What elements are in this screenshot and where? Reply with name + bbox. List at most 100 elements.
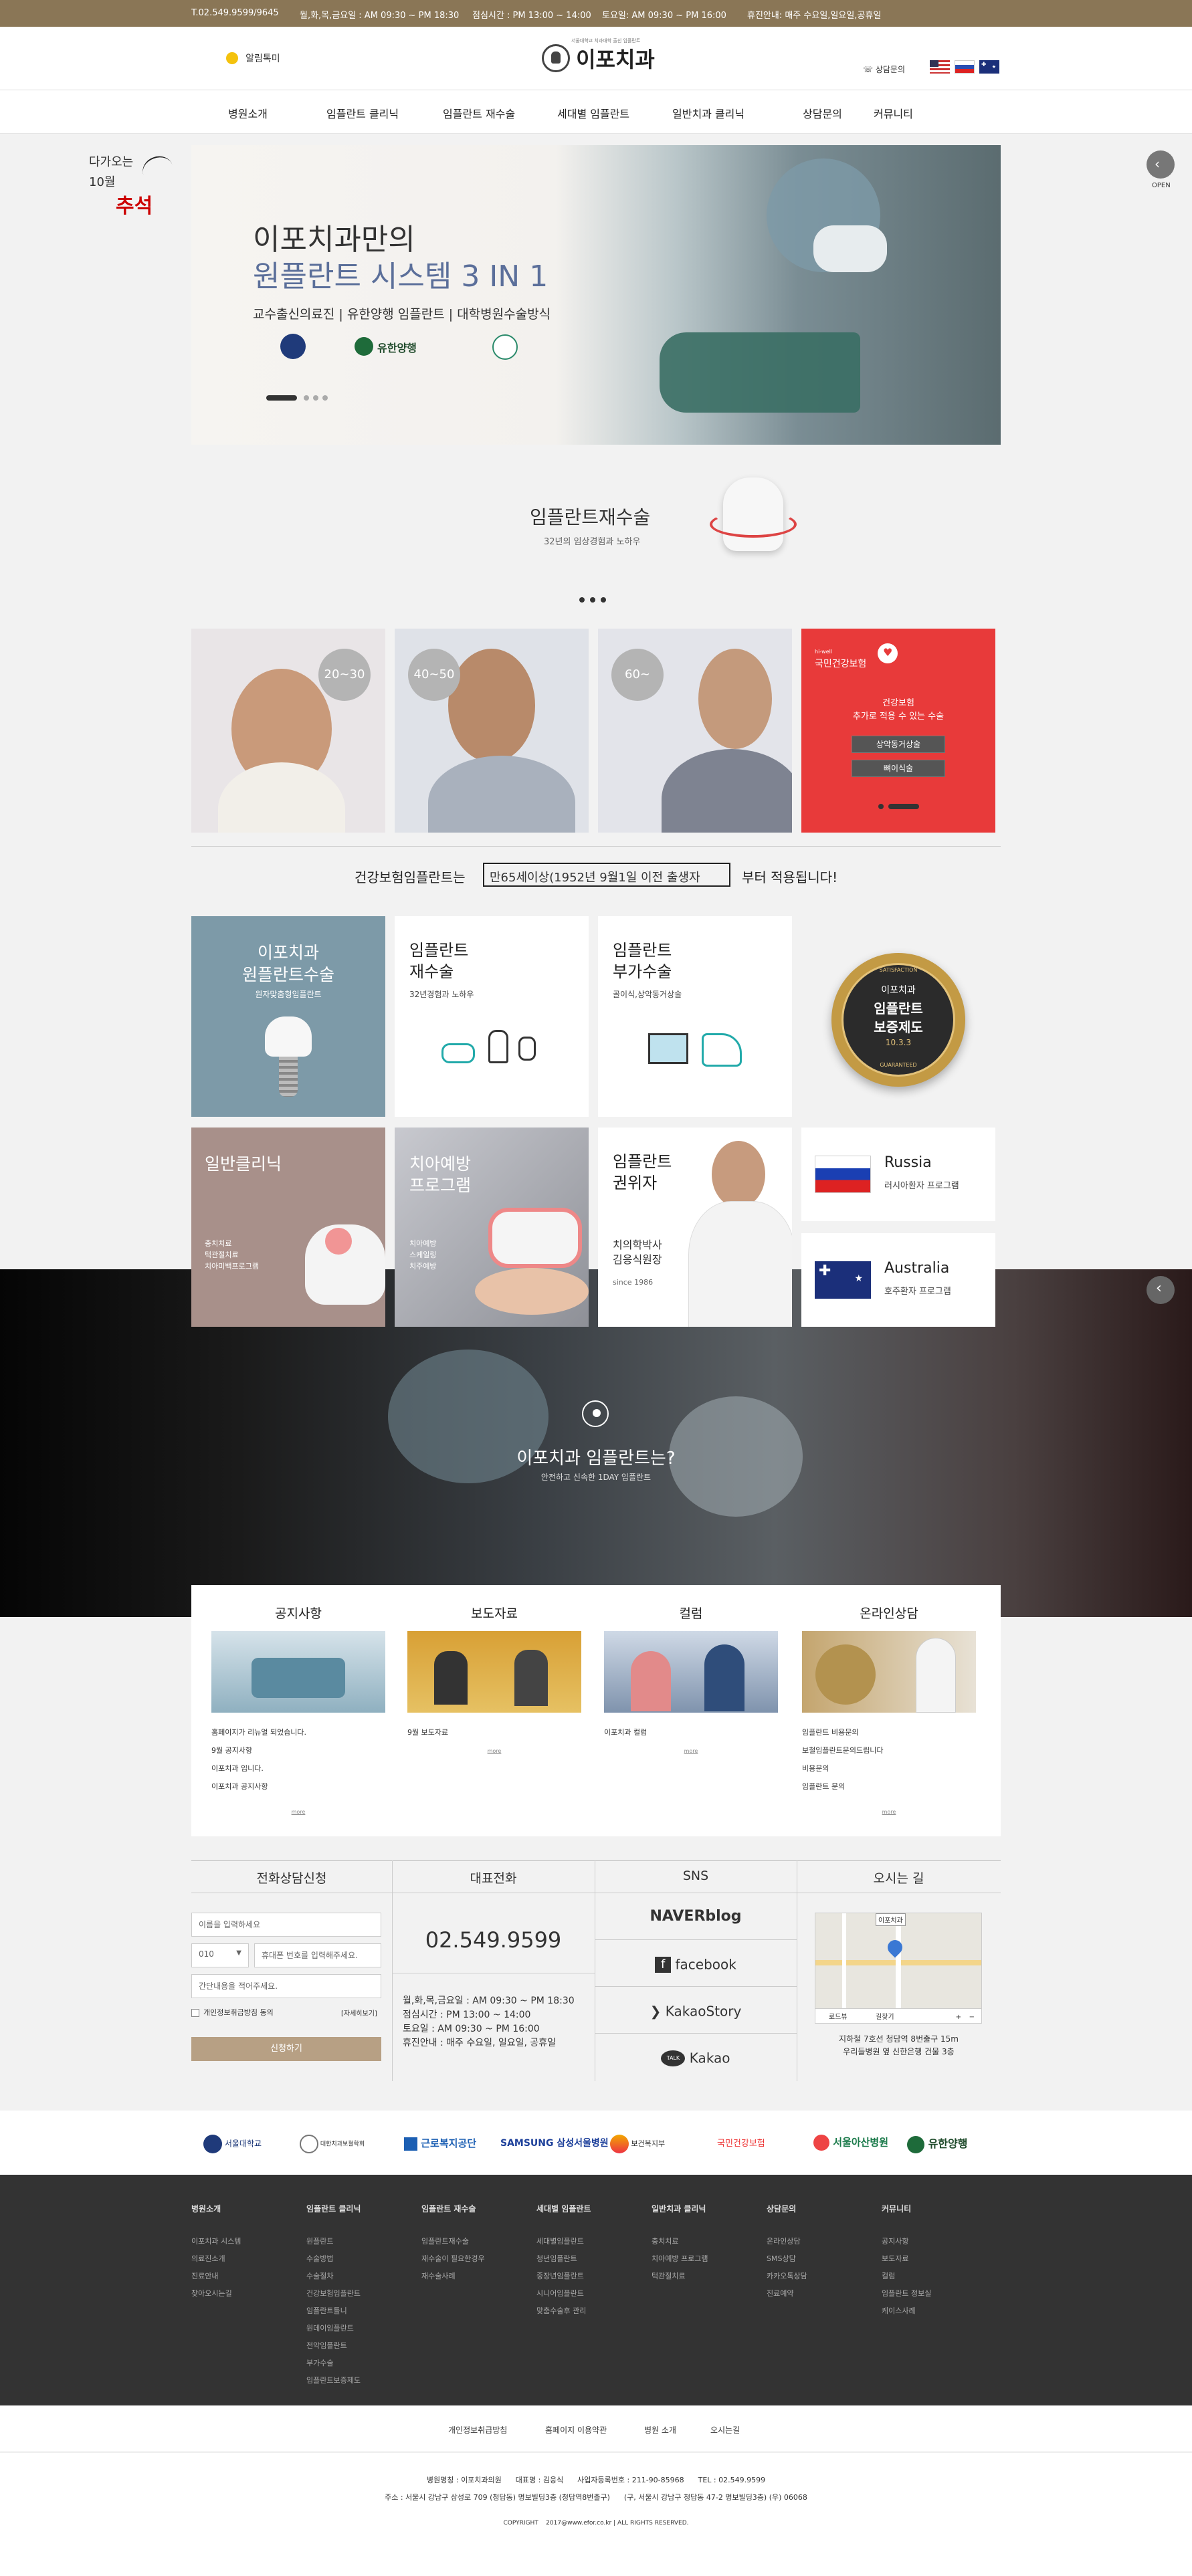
footer-col-title[interactable]: 일반치과 클리닉 bbox=[652, 2203, 708, 2214]
video-prev-button[interactable]: ‹ bbox=[1147, 1276, 1175, 1304]
hero-dot[interactable] bbox=[304, 395, 309, 401]
terms-link[interactable]: 홈페이지 이용약관 bbox=[545, 2424, 607, 2436]
nav-implant-resurgery[interactable]: 임플란트 재수술 bbox=[443, 105, 515, 121]
footer-link[interactable]: 임플란트틀니 bbox=[306, 2302, 361, 2320]
play-icon[interactable] bbox=[582, 1400, 609, 1427]
age-card-40-50[interactable]: 40~50 bbox=[395, 629, 589, 833]
alarm-talk-button[interactable]: 알림톡미 bbox=[226, 51, 280, 65]
footer-link[interactable]: 임플란트재수술 bbox=[421, 2233, 485, 2250]
nav-consult[interactable]: 상담문의 bbox=[803, 105, 842, 121]
australia-program-card[interactable]: ✚ ★ Australia 호주환자 프로그램 bbox=[801, 1233, 995, 1327]
partner-mohw[interactable]: 보건복지부 bbox=[610, 2135, 665, 2153]
russia-program-card[interactable]: Russia 러시아환자 프로그램 bbox=[801, 1128, 995, 1221]
board-notice-more[interactable]: more bbox=[211, 1809, 385, 1815]
board-consult-thumbnail[interactable] bbox=[802, 1631, 976, 1713]
footer-link[interactable]: 원플란트 bbox=[306, 2233, 361, 2250]
grid-additional-surgery-card[interactable]: 임플란트 부가수술 골이식,상악동거상술 bbox=[598, 916, 792, 1117]
footer-link[interactable]: 재수술사례 bbox=[421, 2268, 485, 2285]
footer-link[interactable]: 수술방법 bbox=[306, 2250, 361, 2268]
partner-samsung[interactable]: SAMSUNG 삼성서울병원 bbox=[500, 2136, 609, 2149]
footer-link[interactable]: 임플란트 정보실 bbox=[882, 2285, 931, 2302]
grid-prevention-card[interactable]: 치아예방 프로그램 치아예방 스케일링 치주예방 bbox=[395, 1128, 589, 1327]
board-item[interactable]: 홈페이지가 리뉴얼 되었습니다. bbox=[211, 1723, 385, 1741]
reimplant-dot[interactable] bbox=[590, 597, 595, 603]
age-card-60[interactable]: 60~ bbox=[598, 629, 792, 833]
footer-link[interactable]: 찾아오시는길 bbox=[191, 2285, 241, 2302]
footer-link[interactable]: 온라인상담 bbox=[767, 2233, 807, 2250]
hero-dot-active[interactable] bbox=[266, 395, 297, 401]
footer-col-title[interactable]: 임플란트 클리닉 bbox=[306, 2203, 361, 2214]
board-column-title[interactable]: 컬럼 bbox=[604, 1604, 778, 1622]
footer-link[interactable]: 원데이임플란트 bbox=[306, 2320, 361, 2337]
hero-dot[interactable] bbox=[313, 395, 318, 401]
kakao-link[interactable]: TALK Kakao bbox=[595, 2034, 797, 2080]
board-notice-title[interactable]: 공지사항 bbox=[211, 1604, 385, 1622]
reimplant-dot[interactable] bbox=[601, 597, 606, 603]
insurance-dot-active[interactable] bbox=[888, 804, 919, 809]
insurance-dot[interactable] bbox=[878, 804, 884, 809]
partner-prosthodontics[interactable]: 대한치과보철학회 bbox=[300, 2135, 365, 2153]
open-toggle-button[interactable]: ‹ bbox=[1147, 150, 1175, 179]
zoom-out-icon[interactable]: − bbox=[969, 2014, 975, 2021]
board-column-more[interactable]: more bbox=[604, 1748, 778, 1754]
rep-phone-number[interactable]: 02.549.9599 bbox=[392, 1927, 595, 1953]
board-notice-thumbnail[interactable] bbox=[211, 1631, 385, 1713]
board-item[interactable]: 비용문의 bbox=[802, 1759, 976, 1778]
footer-link[interactable]: 세대별임플란트 bbox=[536, 2233, 591, 2250]
partner-yuhan[interactable]: 유한양행 bbox=[907, 2135, 967, 2153]
footer-link[interactable]: 케이스사례 bbox=[882, 2302, 931, 2320]
consult-link[interactable]: ☏ 상담문의 bbox=[863, 64, 905, 75]
nav-hospital-intro[interactable]: 병원소개 bbox=[228, 105, 268, 121]
location-map[interactable]: 이포치과 로드뷰 길찾기 + − bbox=[815, 1913, 982, 2024]
us-flag-icon[interactable] bbox=[930, 60, 950, 74]
footer-link[interactable]: 컬럼 bbox=[882, 2268, 931, 2285]
privacy-policy-link[interactable]: 개인정보취급방침 bbox=[448, 2424, 507, 2436]
directions-link[interactable]: 오시는길 bbox=[710, 2424, 740, 2436]
board-consult-title[interactable]: 온라인상담 bbox=[802, 1604, 976, 1622]
board-item[interactable]: 이포치과 입니다. bbox=[211, 1759, 385, 1778]
nav-general-clinic[interactable]: 일반치과 클리닉 bbox=[672, 105, 744, 121]
footer-link[interactable]: 전악임플란트 bbox=[306, 2337, 361, 2355]
board-item[interactable]: 이포치과 컬럼 bbox=[604, 1723, 778, 1741]
board-item[interactable]: 보철임플란트문의드립니다 bbox=[802, 1741, 976, 1759]
board-press-more[interactable]: more bbox=[407, 1748, 581, 1754]
bone-graft-button[interactable]: 뼈이식술 bbox=[852, 760, 945, 777]
logo[interactable]: 이포치과 서울대학교 치과대학 출신 임플란트 bbox=[542, 38, 655, 74]
board-column-thumbnail[interactable] bbox=[604, 1631, 778, 1713]
chuseok-badge[interactable]: 다가오는 10월 추석 bbox=[89, 152, 177, 233]
footer-col-title[interactable]: 커뮤니티 bbox=[882, 2203, 931, 2214]
footer-link[interactable]: 보도자료 bbox=[882, 2250, 931, 2268]
message-input[interactable]: 간단내용을 적어주세요. bbox=[191, 1974, 381, 1998]
insurance-card[interactable]: hi-well 국민건강보험 ♥ 건강보험 추가로 적용 수 있는 수술 상악동… bbox=[801, 629, 995, 833]
board-item[interactable]: 9월 공지사항 bbox=[211, 1741, 385, 1759]
partner-nhis[interactable]: 국민건강보험 bbox=[717, 2136, 765, 2149]
zoom-in-icon[interactable]: + bbox=[956, 2014, 961, 2021]
guarantee-badge[interactable]: SATISFACTION 이포치과 임플란트 보증제도 10.3.3 GUARA… bbox=[801, 916, 995, 1117]
footer-link[interactable]: 맞춤수술후 관리 bbox=[536, 2302, 591, 2320]
footer-link[interactable]: 시니어임플란트 bbox=[536, 2285, 591, 2302]
privacy-detail-link[interactable]: [자세히보기] bbox=[341, 2008, 377, 2018]
footer-link[interactable]: 충치치료 bbox=[652, 2233, 708, 2250]
footer-link[interactable]: 이포치과 시스템 bbox=[191, 2233, 241, 2250]
grid-oneplant-card[interactable]: 이포치과 원플란트수술 원자맞춤형임플란트 bbox=[191, 916, 385, 1117]
footer-link[interactable]: 건강보험임플란트 bbox=[306, 2285, 361, 2302]
footer-col-title[interactable]: 임플란트 재수술 bbox=[421, 2203, 485, 2214]
roadview-button[interactable]: 로드뷰 bbox=[829, 2011, 848, 2021]
australia-flag-icon[interactable]: ✚ ★ bbox=[979, 60, 999, 74]
board-consult-more[interactable]: more bbox=[802, 1809, 976, 1815]
partner-snu[interactable]: 서울대학교 bbox=[203, 2135, 262, 2153]
about-link[interactable]: 병원 소개 bbox=[644, 2424, 676, 2436]
russia-flag-icon[interactable] bbox=[955, 60, 975, 74]
kakaostory-link[interactable]: ❯ KakaoStory bbox=[595, 1987, 797, 2034]
footer-link[interactable]: 재수술이 필요한경우 bbox=[421, 2250, 485, 2268]
footer-link[interactable]: 청년임플란트 bbox=[536, 2250, 591, 2268]
footer-link[interactable]: 의료진소개 bbox=[191, 2250, 241, 2268]
hero-dot[interactable] bbox=[322, 395, 328, 401]
reimplant-banner[interactable]: 임플란트재수술 32년의 임상경험과 노하우 bbox=[191, 468, 1001, 603]
board-item[interactable]: 이포치과 공지사항 bbox=[211, 1778, 385, 1796]
partner-asan[interactable]: 서울아산병원 bbox=[813, 2135, 888, 2151]
partner-comwel[interactable]: 근로복지공단 bbox=[404, 2136, 476, 2151]
footer-link[interactable]: 중장년임플란트 bbox=[536, 2268, 591, 2285]
board-press-title[interactable]: 보도자료 bbox=[407, 1604, 581, 1622]
board-press-thumbnail[interactable] bbox=[407, 1631, 581, 1713]
